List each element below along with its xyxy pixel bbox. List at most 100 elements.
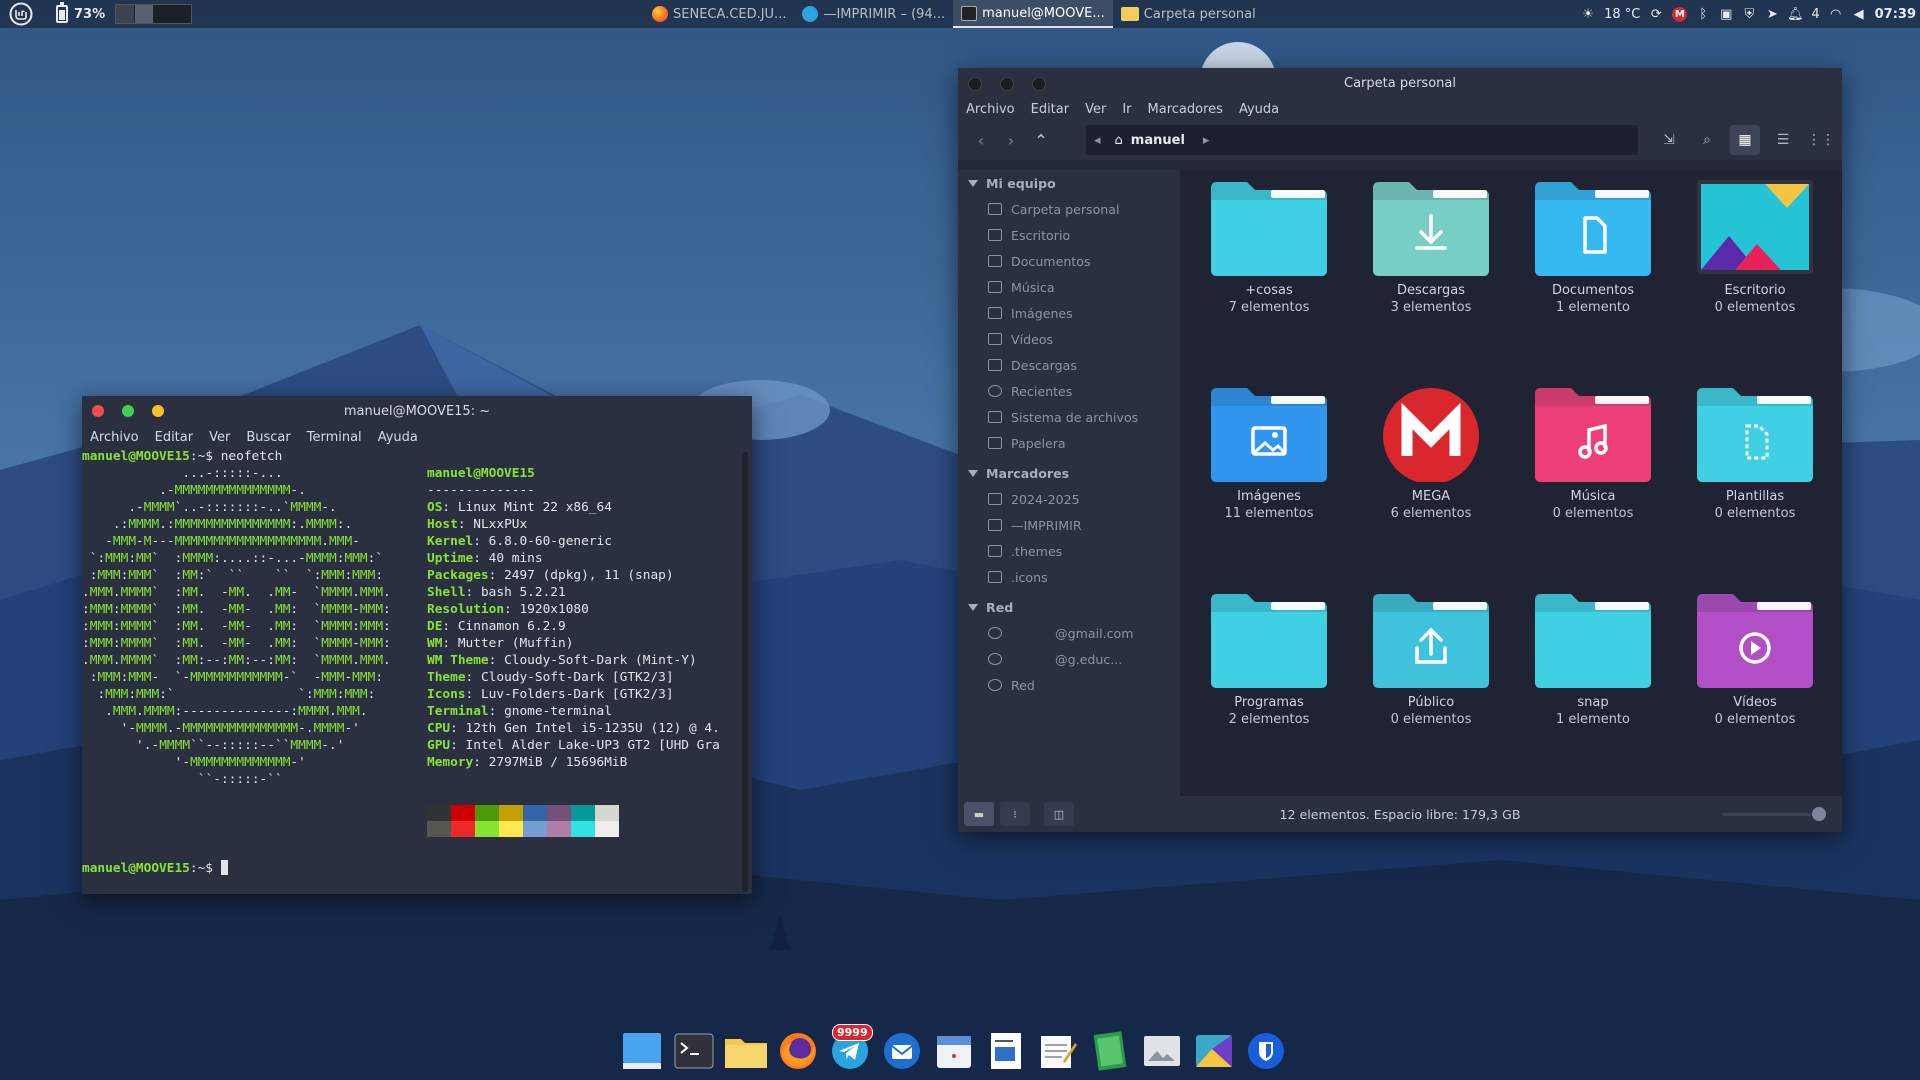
sidebar-item[interactable]: Papelera bbox=[958, 430, 1180, 456]
task-firefox[interactable]: SENECA.CED.JU... bbox=[644, 0, 794, 28]
update-manager-icon[interactable]: ⟳ bbox=[1649, 7, 1663, 22]
sidebar-item[interactable]: @g.educ... bbox=[958, 646, 1180, 672]
icon-view-icon[interactable]: ▦ bbox=[1730, 125, 1760, 155]
fm-menu-ayuda[interactable]: Ayuda bbox=[1239, 102, 1287, 117]
fm-menu-marcadores[interactable]: Marcadores bbox=[1148, 102, 1231, 117]
folder-item-pblico[interactable]: Público 0 elementos bbox=[1356, 590, 1506, 728]
calc-launcher[interactable] bbox=[1088, 1029, 1132, 1073]
folder-item-plantillas[interactable]: Plantillas 0 elementos bbox=[1680, 384, 1830, 522]
folder-item-snap[interactable]: snap 1 elemento bbox=[1518, 590, 1668, 728]
terminal-titlebar[interactable]: manuel@MOOVE15: ~ bbox=[82, 396, 752, 426]
sidebar-item[interactable]: —IMPRIMIR bbox=[958, 512, 1180, 538]
sidebar-item[interactable]: Carpeta personal bbox=[958, 196, 1180, 222]
zoom-slider-handle[interactable] bbox=[1812, 807, 1826, 821]
workspace-switcher[interactable] bbox=[115, 4, 193, 24]
bitwarden-launcher[interactable] bbox=[1244, 1029, 1288, 1073]
text-editor-launcher[interactable] bbox=[1036, 1029, 1080, 1073]
writer-launcher[interactable] bbox=[984, 1029, 1028, 1073]
fm-menu-editar[interactable]: Editar bbox=[1031, 102, 1078, 117]
sidebar-item[interactable]: Escritorio bbox=[958, 222, 1180, 248]
weather-temp[interactable]: 18 °C bbox=[1604, 7, 1640, 22]
task-files[interactable]: Carpeta personal bbox=[1113, 0, 1264, 28]
back-button[interactable]: ‹ bbox=[966, 125, 996, 155]
terminal-scrollbar[interactable] bbox=[742, 452, 748, 892]
task-terminal[interactable]: manuel@MOOVE... bbox=[953, 0, 1113, 28]
folder-item-escritorio[interactable]: Escritorio 0 elementos bbox=[1680, 178, 1830, 316]
sidebar-item[interactable]: Música bbox=[958, 274, 1180, 300]
shield-icon[interactable]: ⛨ bbox=[1742, 7, 1756, 22]
forward-button[interactable]: › bbox=[996, 125, 1026, 155]
sidebar-item[interactable]: Vídeos bbox=[958, 326, 1180, 352]
minimize-button[interactable] bbox=[152, 405, 164, 417]
terminal-menu-ayuda[interactable]: Ayuda bbox=[378, 430, 426, 445]
folder-item-descargas[interactable]: Descargas 3 elementos bbox=[1356, 178, 1506, 316]
clock[interactable]: 07:39 bbox=[1875, 7, 1916, 22]
workspace-2[interactable] bbox=[135, 5, 155, 23]
clipboard-icon[interactable]: ▣ bbox=[1719, 7, 1733, 22]
folder-item-mega[interactable]: MEGA 6 elementos bbox=[1356, 384, 1506, 522]
sidebar-item[interactable]: .themes bbox=[958, 538, 1180, 564]
folder-item-cosas[interactable]: +cosas 7 elementos bbox=[1194, 178, 1344, 316]
compact-view-icon[interactable]: ⋮⋮ bbox=[1806, 125, 1836, 155]
prompt-line-current[interactable]: manuel@MOOVE15:~$ bbox=[82, 860, 228, 877]
sidebar-item[interactable]: .icons bbox=[958, 564, 1180, 590]
weather-sun-icon[interactable]: ☀ bbox=[1581, 7, 1595, 22]
firefox-launcher[interactable] bbox=[776, 1029, 820, 1073]
telegram-launcher[interactable]: 9999 bbox=[828, 1024, 873, 1073]
sidebar-section-mi-equipo[interactable]: Mi equipo bbox=[958, 170, 1180, 196]
maximize-button[interactable] bbox=[1000, 77, 1014, 91]
terminal-menu-terminal[interactable]: Terminal bbox=[307, 430, 370, 445]
mega-tray-icon[interactable]: M bbox=[1672, 6, 1688, 22]
up-button[interactable]: ⌃ bbox=[1026, 125, 1056, 155]
sidebar-item[interactable]: 2024-2025 bbox=[958, 486, 1180, 512]
terminal-launcher[interactable] bbox=[672, 1029, 716, 1073]
fm-titlebar[interactable]: Carpeta personal bbox=[958, 68, 1842, 98]
hide-sidebar-icon[interactable]: ◫ bbox=[1044, 802, 1074, 826]
folder-item-imgenes[interactable]: Imágenes 11 elementos bbox=[1194, 384, 1344, 522]
path-segment-home[interactable]: manuel bbox=[1131, 133, 1185, 148]
terminal-menu-ver[interactable]: Ver bbox=[209, 430, 238, 445]
close-button[interactable] bbox=[92, 405, 104, 417]
sidebar-item[interactable]: @gmail.com bbox=[958, 620, 1180, 646]
sidebar-item[interactable]: Documentos bbox=[958, 248, 1180, 274]
fm-menu-archivo[interactable]: Archivo bbox=[966, 102, 1023, 117]
sidebar-item[interactable]: Sistema de archivos bbox=[958, 404, 1180, 430]
show-places-icon[interactable]: ▬ bbox=[964, 802, 994, 826]
notifications-icon[interactable]: 🔔︎ bbox=[1787, 7, 1804, 22]
sidebar-section-red[interactable]: Red bbox=[958, 594, 1180, 620]
close-button[interactable] bbox=[968, 77, 982, 91]
telegram-tray-icon[interactable]: ➤ bbox=[1765, 7, 1779, 22]
linux-mint-menu-icon[interactable] bbox=[8, 1, 34, 27]
terminal-output[interactable]: manuel@MOOVE15:~$ neofetch ...-:::::-...… bbox=[82, 448, 742, 894]
volume-icon[interactable]: ◀ bbox=[1852, 7, 1866, 22]
sidebar-item[interactable]: Recientes bbox=[958, 378, 1180, 404]
terminal-menu-archivo[interactable]: Archivo bbox=[90, 430, 147, 445]
image-viewer-launcher[interactable] bbox=[1140, 1029, 1184, 1073]
show-tree-icon[interactable]: ⁝ bbox=[1000, 802, 1030, 826]
folder-item-vdeos[interactable]: Vídeos 0 elementos bbox=[1680, 590, 1830, 728]
path-left-arrow-icon[interactable]: ◂ bbox=[1094, 133, 1101, 148]
sidebar-section-marcadores[interactable]: Marcadores bbox=[958, 460, 1180, 486]
maximize-button[interactable] bbox=[122, 405, 134, 417]
zoom-slider[interactable] bbox=[1722, 813, 1818, 816]
terminal-menu-buscar[interactable]: Buscar bbox=[246, 430, 298, 445]
software-manager-launcher[interactable] bbox=[1192, 1029, 1236, 1073]
battery-indicator[interactable]: 73% bbox=[56, 2, 105, 23]
search-icon[interactable]: ⌕ bbox=[1692, 125, 1722, 155]
workspace-1[interactable] bbox=[116, 5, 136, 23]
wifi-icon[interactable]: ◠ bbox=[1829, 7, 1843, 22]
files-launcher[interactable] bbox=[724, 1029, 768, 1073]
folder-item-documentos[interactable]: Documentos 1 elemento bbox=[1518, 178, 1668, 316]
list-view-icon[interactable]: ☰ bbox=[1768, 125, 1798, 155]
sidebar-item[interactable]: Descargas bbox=[958, 352, 1180, 378]
path-right-arrow-icon[interactable]: ▸ bbox=[1203, 133, 1210, 148]
folder-item-msica[interactable]: Música 0 elementos bbox=[1518, 384, 1668, 522]
calendar-launcher[interactable] bbox=[932, 1029, 976, 1073]
thunderbird-launcher[interactable] bbox=[880, 1029, 924, 1073]
fm-menu-ir[interactable]: Ir bbox=[1122, 102, 1139, 117]
sidebar-item[interactable]: Red bbox=[958, 672, 1180, 698]
terminal-menu-editar[interactable]: Editar bbox=[155, 430, 202, 445]
folder-item-programas[interactable]: Programas 2 elementos bbox=[1194, 590, 1344, 728]
task-telegram[interactable]: —IMPRIMIR – (94... bbox=[794, 0, 953, 28]
fm-menu-ver[interactable]: Ver bbox=[1085, 102, 1114, 117]
